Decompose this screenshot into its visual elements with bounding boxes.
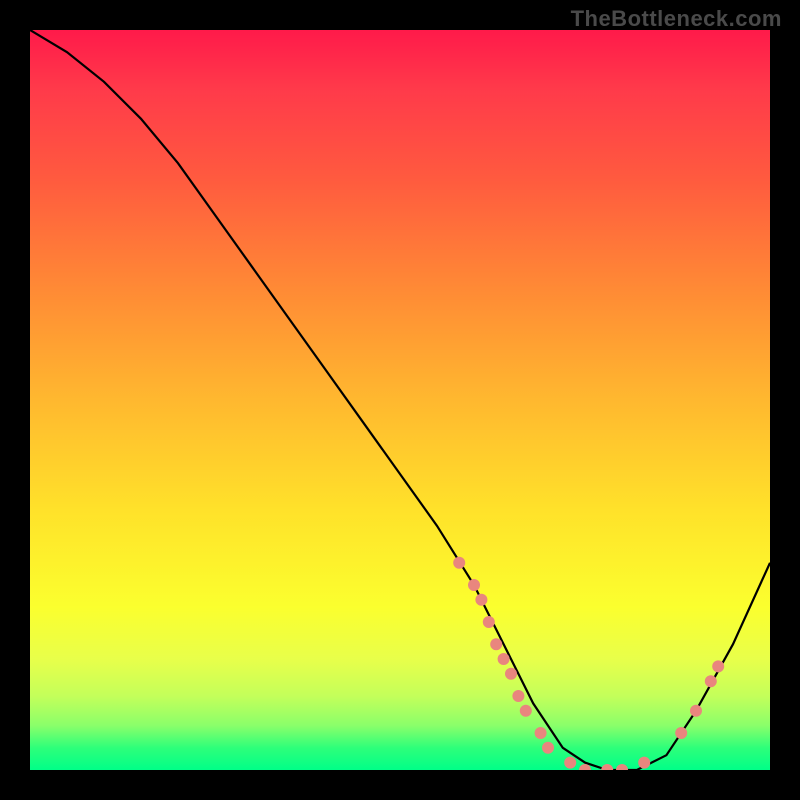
curve-marker <box>638 757 650 769</box>
curve-marker <box>475 594 487 606</box>
curve-marker <box>512 690 524 702</box>
curve-marker <box>490 638 502 650</box>
curve-marker <box>520 705 532 717</box>
curve-marker <box>483 616 495 628</box>
curve-marker <box>453 557 465 569</box>
curve-marker <box>468 579 480 591</box>
curve-marker <box>601 764 613 770</box>
curve-markers <box>453 557 724 770</box>
curve-marker <box>505 668 517 680</box>
chart-plot-area <box>30 30 770 770</box>
curve-marker <box>564 757 576 769</box>
curve-marker <box>535 727 547 739</box>
bottleneck-curve-line <box>30 30 770 770</box>
curve-marker <box>705 675 717 687</box>
watermark-text: TheBottleneck.com <box>571 6 782 32</box>
curve-marker <box>690 705 702 717</box>
curve-marker <box>498 653 510 665</box>
curve-marker <box>712 660 724 672</box>
curve-marker <box>675 727 687 739</box>
chart-svg <box>30 30 770 770</box>
curve-marker <box>542 742 554 754</box>
curve-marker <box>616 764 628 770</box>
